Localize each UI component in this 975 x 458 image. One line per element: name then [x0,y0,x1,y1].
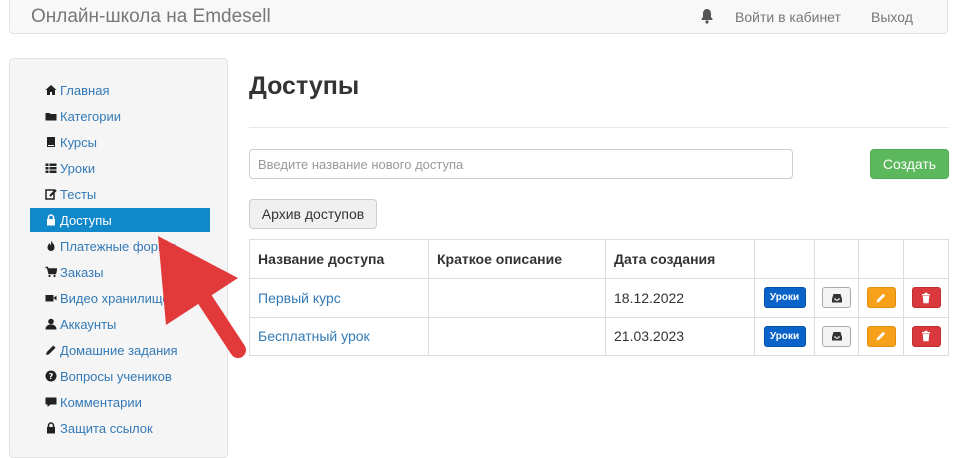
trash-icon [922,330,930,342]
sidebar-item-accounts[interactable]: Аккаунты [30,312,210,336]
table-header-row: Название доступа Краткое описание Дата с… [250,240,948,279]
brand-title[interactable]: Онлайн-школа на Emdesell [31,6,271,28]
sidebar-item-link-protection[interactable]: Защита ссылок [30,416,210,440]
archive-button[interactable]: Архив доступов [249,199,377,229]
pencil-icon [876,293,886,302]
archive-cell [815,278,859,317]
column-header-name: Название доступа [250,240,429,278]
delete-button[interactable] [911,325,941,347]
sidebar-item-homework[interactable]: Домашние задания [30,338,210,362]
edit-button[interactable] [866,287,896,308]
archive-row-button[interactable] [822,287,851,308]
sidebar-item-label: Курсы [60,134,98,150]
user-icon [45,318,57,330]
sidebar-item-label: Категории [60,108,121,124]
access-name-cell: Бесплатный урок [250,317,429,355]
list-icon [45,162,57,174]
sidebar-item-label: Видео хранилище [60,290,170,306]
delete-cell [904,278,948,317]
logout-link[interactable]: Выход [871,9,913,25]
comment-icon [45,396,57,408]
access-date-cell: 21.03.2023 [606,317,755,355]
trash-icon [922,292,930,303]
lock-icon [45,422,57,434]
column-header-date: Дата создания [606,240,755,278]
edit-icon [45,188,57,200]
edit-cell [859,278,904,317]
lessons-cell: Уроки [755,317,815,355]
page-title: Доступы [249,72,360,100]
sidebar-item-categories[interactable]: Категории [30,104,210,128]
access-name-link[interactable]: Первый курс [258,290,341,306]
sidebar-item-label: Аккаунты [60,316,117,332]
sidebar-item-accesses[interactable]: Доступы [30,208,210,232]
edit-cell [859,317,904,355]
new-access-input[interactable] [249,149,793,179]
folder-icon [45,110,57,122]
sidebar-item-label: Вопросы учеников [60,368,172,384]
sidebar-item-lessons[interactable]: Уроки [30,156,210,180]
pencil-icon [45,344,57,356]
create-button[interactable]: Создать [870,149,949,179]
access-name-cell: Первый курс [250,278,429,317]
archive-row-button[interactable] [822,325,851,347]
sidebar-item-label: Защита ссылок [60,420,153,436]
sidebar-item-courses[interactable]: Курсы [30,130,210,154]
cart-icon [45,266,57,278]
sidebar-item-orders[interactable]: Заказы [30,260,210,284]
inbox-icon [831,332,842,341]
pencil-icon [876,331,886,341]
access-name-link[interactable]: Бесплатный урок [258,328,370,344]
access-description-cell [429,278,606,317]
fire-icon [45,240,57,252]
bell-icon[interactable] [700,8,714,24]
sidebar-item-tests[interactable]: Тесты [30,182,210,206]
sidebar-item-comments[interactable]: Комментарии [30,390,210,414]
lessons-cell: Уроки [755,278,815,317]
sidebar: Главная Категории Курсы Уроки Тесты Дост… [9,58,228,458]
sidebar-item-payment-forms[interactable]: Платежные формы [30,234,210,258]
sidebar-item-label: Главная [60,82,110,98]
svg-text:?: ? [49,372,54,381]
edit-button[interactable] [866,325,896,347]
access-table: Название доступа Краткое описание Дата с… [249,239,949,356]
archive-cell [815,317,859,355]
sidebar-item-label: Доступы [60,212,112,228]
sidebar-item-video-storage[interactable]: Видео хранилище [30,286,210,310]
column-header-empty [904,240,948,278]
access-description-cell [429,317,606,355]
lessons-button[interactable]: Уроки [763,287,806,308]
sidebar-item-label: Комментарии [60,394,142,410]
question-icon: ? [45,370,57,382]
login-link[interactable]: Войти в кабинет [735,9,841,25]
home-icon [45,84,57,96]
video-icon [45,292,57,304]
column-header-description: Краткое описание [429,240,606,278]
column-header-empty [815,240,859,278]
sidebar-item-student-questions[interactable]: ? Вопросы учеников [30,364,210,388]
lock-icon [45,214,57,226]
sidebar-item-label: Домашние задания [60,342,178,358]
table-row: Первый курс 18.12.2022 Уроки [250,278,948,318]
divider [249,127,949,128]
sidebar-item-label: Заказы [60,264,104,280]
lessons-button[interactable]: Уроки [763,325,806,347]
sidebar-item-label: Уроки [60,160,96,176]
column-header-empty [755,240,815,278]
column-header-empty [859,240,904,278]
top-navbar: Онлайн-школа на Emdesell Войти в кабинет… [9,0,948,34]
delete-button[interactable] [911,287,941,308]
sidebar-item-label: Платежные формы [60,238,177,254]
inbox-icon [831,293,842,302]
sidebar-item-label: Тесты [60,186,97,202]
book-icon [45,136,57,148]
sidebar-item-home[interactable]: Главная [30,78,210,102]
delete-cell [904,317,948,355]
table-row: Бесплатный урок 21.03.2023 Уроки [250,317,948,355]
access-date-cell: 18.12.2022 [606,278,755,317]
